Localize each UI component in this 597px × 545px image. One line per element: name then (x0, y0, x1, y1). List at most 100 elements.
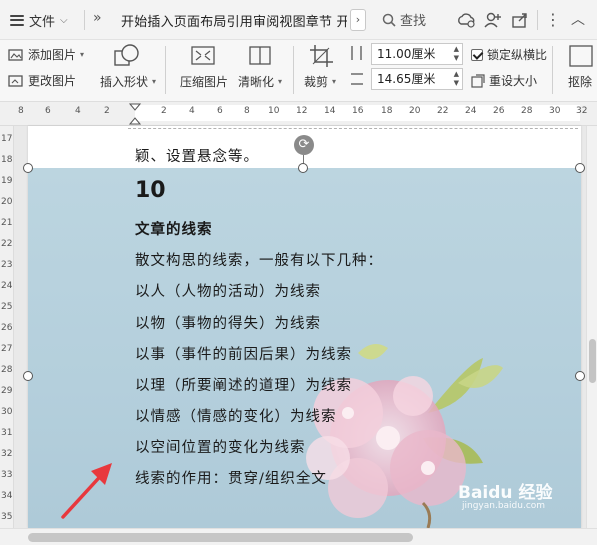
ruler-tick: 35 (1, 512, 13, 522)
crop-icon[interactable] (309, 44, 335, 72)
reset-size-icon (471, 73, 485, 88)
chevron-down-icon: ▾ (278, 77, 283, 86)
ribbon-tabs[interactable]: 开始插入页面布局引用审阅视图章节 开发工 (121, 11, 347, 30)
indent-marker-icon[interactable] (129, 103, 141, 125)
compress-icon[interactable] (190, 45, 216, 71)
rotate-handle-icon[interactable]: ⟳ (294, 135, 314, 155)
width-input[interactable]: 14.65厘米 ▲ ▼ (371, 68, 463, 90)
divider (293, 46, 294, 94)
paragraph-line[interactable]: 以物（事物的得失）为线索 (135, 312, 321, 333)
height-input[interactable]: 11.00厘米 ▲ ▼ (371, 43, 463, 65)
ruler-tick: 20 (409, 106, 421, 116)
ruler-tick: 29 (1, 386, 13, 396)
image-change-icon (8, 74, 23, 87)
horizontal-scroll-thumb[interactable] (28, 533, 413, 542)
vertical-ruler[interactable]: 17 18 19 20 21 22 23 24 25 26 27 28 29 3… (0, 126, 14, 528)
divider (537, 10, 538, 30)
ruler-tick: 32 (576, 106, 588, 116)
ruler-tick: 23 (1, 260, 13, 270)
divider (84, 10, 85, 30)
resize-handle[interactable] (575, 163, 585, 173)
width-spinner-arrows[interactable]: ▲ ▼ (454, 70, 459, 88)
ruler-tick: 26 (1, 323, 13, 333)
ruler-tick: 26 (493, 106, 505, 116)
search-button[interactable]: 查找 (382, 10, 426, 29)
height-icon (350, 45, 364, 65)
resize-handle[interactable] (298, 163, 308, 173)
ruler-tick: 28 (521, 106, 533, 116)
paragraph-line[interactable]: 以事（事件的前因后果）为线索 (135, 343, 352, 364)
ruler-tick: 19 (1, 176, 13, 186)
change-picture-button[interactable]: 更改图片 (8, 72, 76, 89)
chevron-down-icon: ▾ (332, 77, 337, 86)
paragraph-line[interactable]: 颖、设置悬念等。 (135, 145, 259, 166)
ruler-tick: 17 (1, 134, 13, 144)
cutout-label: 抠除 (568, 75, 593, 89)
ruler-tick: 33 (1, 470, 13, 480)
paragraph-line[interactable]: 以空间位置的变化为线索 (135, 436, 306, 457)
title-bar: 文件 ⌵ » 开始插入页面布局引用审阅视图章节 开发工 › 查找 ⋮ ︿ (0, 0, 597, 40)
lock-aspect-ratio-checkbox[interactable]: 锁定纵横比 (471, 46, 547, 63)
add-picture-label: 添加图片 (28, 48, 77, 62)
search-icon (382, 13, 396, 27)
compress-picture-button[interactable]: 压缩图片 (180, 73, 228, 90)
add-picture-button[interactable]: 添加图片 ▾ (8, 46, 84, 63)
sharpen-button[interactable]: 清晰化 ▾ (238, 73, 282, 90)
resize-handle[interactable] (23, 371, 33, 381)
chevron-down-icon: ▾ (80, 50, 85, 59)
reset-size-button[interactable]: 重设大小 (471, 72, 537, 89)
section-title[interactable]: 文章的线索 (135, 218, 213, 239)
ruler-tick: 16 (352, 106, 364, 116)
add-user-icon[interactable] (483, 10, 503, 30)
baidu-watermark: Baidu 经验 (458, 483, 553, 503)
tabs-scroll-right-button[interactable]: › (350, 9, 366, 31)
ruler-tick: 14 (324, 106, 336, 116)
ruler-tick: 6 (45, 106, 51, 116)
annotation-arrow-icon (61, 463, 112, 519)
paragraph-line[interactable]: 线索的作用：贯穿/组织全文 (135, 467, 327, 488)
cloud-sync-icon[interactable] (456, 10, 476, 30)
compress-picture-label: 压缩图片 (180, 75, 229, 89)
paragraph-line[interactable]: 以情感（情感的变化）为线索 (135, 405, 337, 426)
paragraph-line[interactable]: 以人（人物的活动）为线索 (135, 280, 321, 301)
picture-tools-ribbon: 添加图片 ▾ 更改图片 插入形状 ▾ 压缩图片 清晰化 ▾ 裁剪 ▾ 11.00… (0, 40, 597, 102)
ruler-tick: 21 (1, 218, 13, 228)
resize-handle[interactable] (575, 371, 585, 381)
paragraph-line[interactable]: 以理（所要阐述的道理）为线索 (135, 374, 352, 395)
file-menu-button[interactable]: 文件 ⌵ (10, 10, 68, 30)
horizontal-ruler[interactable]: 8 6 4 2 2 4 6 8 10 12 14 16 18 20 22 24 … (0, 102, 597, 126)
collapse-ribbon-icon[interactable]: ︿ (571, 9, 585, 29)
baidu-watermark-url: jingyan.baidu.com (462, 501, 546, 511)
crop-label: 裁剪 (304, 75, 329, 89)
horizontal-scrollbar[interactable] (0, 528, 597, 545)
ruler-tick: 30 (1, 407, 13, 417)
width-icon (350, 71, 364, 91)
more-icon[interactable]: ⋮ (545, 10, 561, 30)
chevron-down-icon: ⌵ (60, 14, 68, 26)
section-number[interactable]: 10 (135, 178, 166, 203)
resize-handle[interactable] (23, 163, 33, 173)
image-add-icon (8, 48, 23, 61)
paragraph-line[interactable]: 散文构思的线索，一般有以下几种： (135, 249, 383, 270)
divider (552, 46, 553, 94)
ruler-tick: 24 (465, 106, 477, 116)
cutout-icon[interactable] (568, 44, 594, 72)
height-value: 11.00厘米 (377, 47, 436, 61)
shapes-icon[interactable] (112, 43, 142, 73)
ruler-tick: 10 (268, 106, 280, 116)
ruler-tick: 4 (75, 106, 81, 116)
file-menu-label: 文件 (29, 14, 56, 30)
wps-writer-window: 文件 ⌵ » 开始插入页面布局引用审阅视图章节 开发工 › 查找 ⋮ ︿ 添加图… (0, 0, 597, 545)
crop-button[interactable]: 裁剪 ▾ (304, 73, 336, 90)
vertical-scroll-thumb[interactable] (589, 339, 596, 383)
cutout-button[interactable]: 抠除 (568, 73, 592, 90)
share-icon[interactable] (510, 10, 530, 30)
lock-ratio-label: 锁定纵横比 (487, 48, 548, 62)
ruler-tick: 25 (1, 302, 13, 312)
sharpen-icon[interactable] (248, 45, 274, 71)
insert-shape-label: 插入形状 (100, 75, 149, 89)
double-chevron-icon[interactable]: » (93, 10, 102, 26)
vertical-scrollbar[interactable] (586, 126, 597, 528)
height-spinner-arrows[interactable]: ▲ ▼ (454, 45, 459, 63)
insert-shape-button[interactable]: 插入形状 ▾ (100, 73, 156, 90)
